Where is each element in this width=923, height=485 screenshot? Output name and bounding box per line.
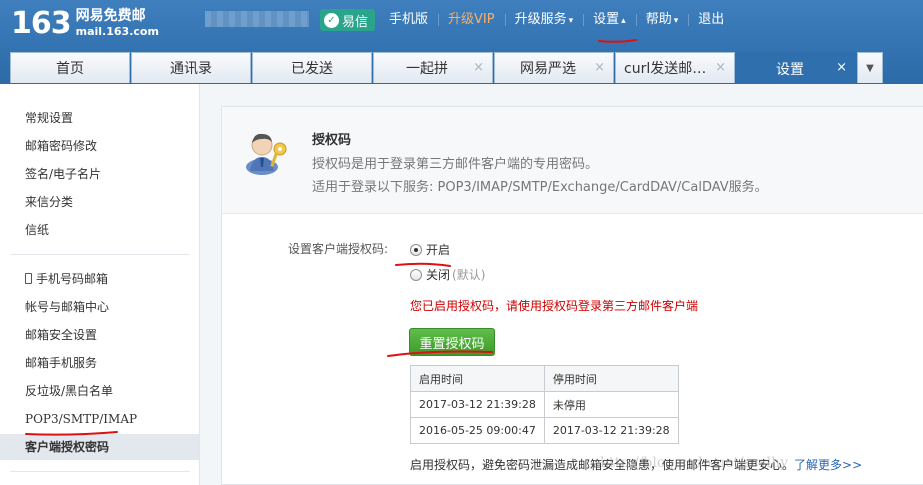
user-key-icon: [246, 133, 287, 175]
radio-disable[interactable]: 关闭 (默认): [410, 266, 485, 283]
tab-label: 已发送: [291, 61, 333, 77]
sidebar-item-signature[interactable]: 签名/电子名片: [25, 164, 101, 184]
sidebar-item-stationery[interactable]: 信纸: [25, 220, 49, 240]
top-nav: ✓ 易信 手机版 升级VIP 升级服务 ▾ 设置 ▴ 帮助 ▾ 退出: [320, 8, 734, 32]
radio-enable[interactable]: 开启: [410, 241, 450, 258]
upgrade-service-menu[interactable]: 升级服务 ▾: [504, 9, 584, 32]
sidebar-item-antispam[interactable]: 反垃圾/黑白名单: [25, 381, 113, 401]
radio-disable-label: 关闭: [426, 268, 451, 282]
table-cell: 2017-03-12 21:39:28: [543, 417, 679, 444]
tab-label: 设置: [776, 61, 804, 78]
top-header: 163 网易免费邮 mail.163.com ✓ 易信 手机版 升级VIP 升级…: [0, 0, 923, 84]
logout-link[interactable]: 退出: [688, 9, 734, 31]
page-description: 授权码是用于登录第三方邮件客户端的专用密码。: [312, 157, 599, 172]
tab-sent[interactable]: 已发送: [252, 52, 372, 83]
sidebar-item-label: 手机号码邮箱: [36, 272, 109, 286]
table-header-row: 启用时间 停用时间: [410, 365, 679, 392]
table-cell: 2017-03-12 21:39:28: [410, 391, 545, 418]
radio-enable-label: 开启: [426, 243, 451, 257]
sidebar-item-general[interactable]: 常规设置: [25, 108, 73, 128]
reset-auth-code-button[interactable]: 重置授权码: [409, 328, 495, 356]
column-header: 停用时间: [543, 365, 679, 392]
tab-yanxuan[interactable]: 网易严选 ×: [494, 52, 614, 83]
panel-header: 授权码 授权码是用于登录第三方邮件客户端的专用密码。 适用于登录以下服务: PO…: [222, 107, 923, 214]
logo-title: 网易免费邮: [75, 8, 146, 24]
column-header: 启用时间: [410, 365, 545, 392]
chevron-up-icon: ▴: [621, 15, 626, 26]
upgrade-service-label: 升级服务: [514, 11, 567, 27]
close-icon[interactable]: ×: [473, 60, 484, 75]
table-cell: 2016-05-25 09:00:47: [410, 417, 545, 444]
watermark: http://blog.csdn.net/scylhy: [600, 455, 789, 471]
logo-domain: mail.163.com: [75, 25, 159, 38]
logo-number: 163: [11, 6, 72, 41]
mobile-link[interactable]: 手机版: [379, 9, 438, 31]
tab-contacts[interactable]: 通讯录: [131, 52, 251, 83]
sidebar-item-account-center[interactable]: 帐号与邮箱中心: [25, 297, 109, 317]
sidebar-item-filters[interactable]: 来信分类: [25, 192, 73, 212]
sidebar-item-pop3[interactable]: POP3/SMTP/IMAP: [25, 409, 137, 429]
sidebar-divider: [10, 254, 190, 255]
tab-bar: 首页 通讯录 已发送 一起拼 × 网易严选 × curl发送邮件… × 设置 × ▼: [10, 52, 883, 84]
chevron-down-icon: ▼: [866, 62, 874, 74]
page-title: 授权码: [312, 133, 352, 148]
upgrade-vip-link[interactable]: 升级VIP: [438, 9, 505, 31]
tab-label: curl发送邮件…: [624, 61, 714, 77]
tab-label: 首页: [56, 61, 84, 77]
settings-menu[interactable]: 设置 ▴: [583, 9, 636, 32]
table-cell: 未停用: [543, 391, 679, 418]
tab-label: 一起拼: [406, 61, 448, 77]
yixin-icon: ✓: [324, 12, 339, 28]
sidebar-item-security[interactable]: 邮箱安全设置: [25, 325, 97, 345]
settings-label: 设置: [593, 11, 620, 27]
radio-enable-control[interactable]: [410, 243, 422, 256]
sidebar-item-password[interactable]: 邮箱密码修改: [25, 136, 97, 156]
phone-icon: [25, 273, 32, 284]
tab-label: 网易严选: [520, 61, 576, 77]
learn-more-link[interactable]: 了解更多>>: [794, 458, 862, 472]
yixin-label: 易信: [342, 14, 369, 30]
tab-settings[interactable]: 设置 ×: [736, 52, 856, 84]
table-row: 2016-05-25 09:00:47 2017-03-12 21:39:28: [410, 417, 679, 444]
user-account-blurred[interactable]: [205, 11, 309, 27]
tab-curl-mail[interactable]: curl发送邮件… ×: [615, 52, 735, 83]
auth-code-panel: 授权码 授权码是用于登录第三方邮件客户端的专用密码。 适用于登录以下服务: PO…: [221, 106, 923, 485]
sidebar-item-phone-mail[interactable]: 手机号码邮箱: [25, 269, 108, 289]
sidebar-item-mobile-service[interactable]: 邮箱手机服务: [25, 353, 97, 373]
yixin-button[interactable]: ✓ 易信: [320, 9, 376, 31]
logo[interactable]: 163 网易免费邮 mail.163.com: [11, 6, 159, 42]
tab-more-button[interactable]: ▼: [857, 52, 883, 83]
settings-sidebar: 常规设置 邮箱密码修改 签名/电子名片 来信分类 信纸 手机号码邮箱 帐号与邮箱…: [0, 84, 200, 485]
close-icon[interactable]: ×: [715, 60, 726, 75]
sidebar-divider: [10, 471, 190, 472]
status-notice: 您已启用授权码，请使用授权码登录第三方邮件客户端: [410, 299, 699, 313]
tab-home[interactable]: 首页: [10, 52, 130, 83]
auth-history-table: 启用时间 停用时间 2017-03-12 21:39:28 未停用 2016-0…: [410, 365, 679, 444]
page-services-note: 适用于登录以下服务: POP3/IMAP/SMTP/Exchange/CardD…: [312, 180, 768, 195]
tab-group-buy[interactable]: 一起拼 ×: [373, 52, 493, 83]
help-menu[interactable]: 帮助 ▾: [635, 9, 689, 32]
sidebar-item-client-auth[interactable]: 客户端授权密码: [25, 437, 109, 457]
auth-code-label: 设置客户端授权码:: [288, 242, 389, 256]
help-label: 帮助: [645, 11, 672, 27]
close-icon[interactable]: ×: [836, 60, 847, 75]
table-row: 2017-03-12 21:39:28 未停用: [410, 391, 679, 418]
default-note: (默认): [452, 268, 486, 282]
chevron-down-icon: ▾: [673, 15, 679, 26]
chevron-down-icon: ▾: [568, 15, 574, 26]
close-icon[interactable]: ×: [594, 60, 605, 75]
radio-disable-control[interactable]: [410, 268, 422, 281]
tab-label: 通讯录: [170, 61, 212, 77]
